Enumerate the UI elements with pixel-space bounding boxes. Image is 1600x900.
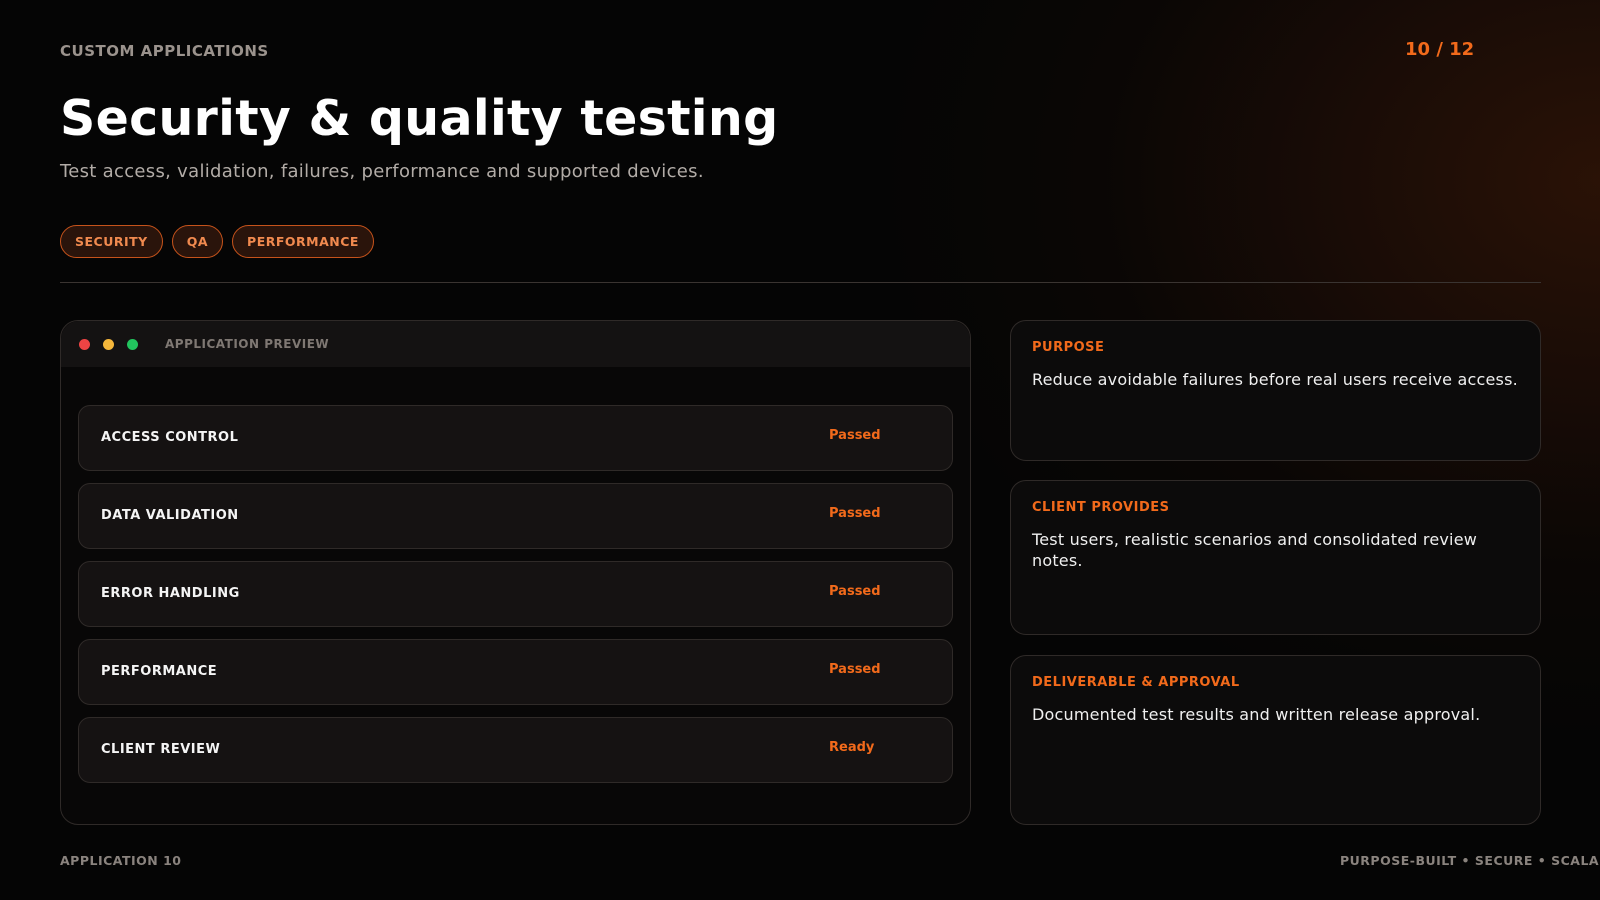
tag-list: SECURITY QA PERFORMANCE [60,225,374,258]
test-label: CLIENT REVIEW [101,742,221,757]
slide: CUSTOM APPLICATIONS 10 / 12 Security & q… [0,0,1600,900]
test-label: ACCESS CONTROL [101,430,239,445]
window-title: APPLICATION PREVIEW [165,337,330,351]
tag-performance: PERFORMANCE [232,225,374,258]
page-title: Security & quality testing [60,90,779,147]
page-subtitle: Test access, validation, failures, perfo… [60,161,704,182]
window-title-bar: APPLICATION PREVIEW [61,321,970,367]
tag-security: SECURITY [60,225,163,258]
section-eyebrow: CUSTOM APPLICATIONS [60,42,269,60]
test-status: Passed [829,428,881,443]
test-row-access-control: ACCESS CONTROL Passed [78,405,953,471]
header-divider [60,282,1541,283]
test-status: Passed [829,584,881,599]
test-status: Passed [829,506,881,521]
card-body: Documented test results and written rele… [1032,705,1481,724]
test-status: Passed [829,662,881,677]
maximize-dot-icon [127,338,138,350]
card-title: DELIVERABLE & APPROVAL [1032,675,1240,690]
test-row-client-review: CLIENT REVIEW Ready [78,717,953,783]
footer-tagline: PURPOSE-BUILT • SECURE • SCALABLE [1340,853,1600,868]
test-label: DATA VALIDATION [101,508,239,523]
test-row-error-handling: ERROR HANDLING Passed [78,561,953,627]
test-status: Ready [829,740,875,755]
card-title: CLIENT PROVIDES [1032,500,1170,515]
minimize-dot-icon [103,338,114,350]
test-label: PERFORMANCE [101,664,218,679]
test-list: ACCESS CONTROL Passed DATA VALIDATION Pa… [78,405,953,795]
tag-qa: QA [171,225,224,258]
card-title: PURPOSE [1032,340,1105,355]
test-label: ERROR HANDLING [101,586,240,601]
card-body: Test users, realistic scenarios and cons… [1032,530,1478,570]
footer-application-label: APPLICATION 10 [60,853,182,868]
application-preview-window: APPLICATION PREVIEW ACCESS CONTROL Passe… [60,320,971,825]
page-counter: 10 / 12 [1405,39,1475,60]
test-row-performance: PERFORMANCE Passed [78,639,953,705]
client-provides-card: CLIENT PROVIDES Test users, realistic sc… [1010,480,1541,635]
deliverable-approval-card: DELIVERABLE & APPROVAL Documented test r… [1010,655,1541,825]
purpose-card: PURPOSE Reduce avoidable failures before… [1010,320,1541,461]
close-dot-icon [79,338,90,350]
card-body: Reduce avoidable failures before real us… [1032,370,1518,389]
test-row-data-validation: DATA VALIDATION Passed [78,483,953,549]
